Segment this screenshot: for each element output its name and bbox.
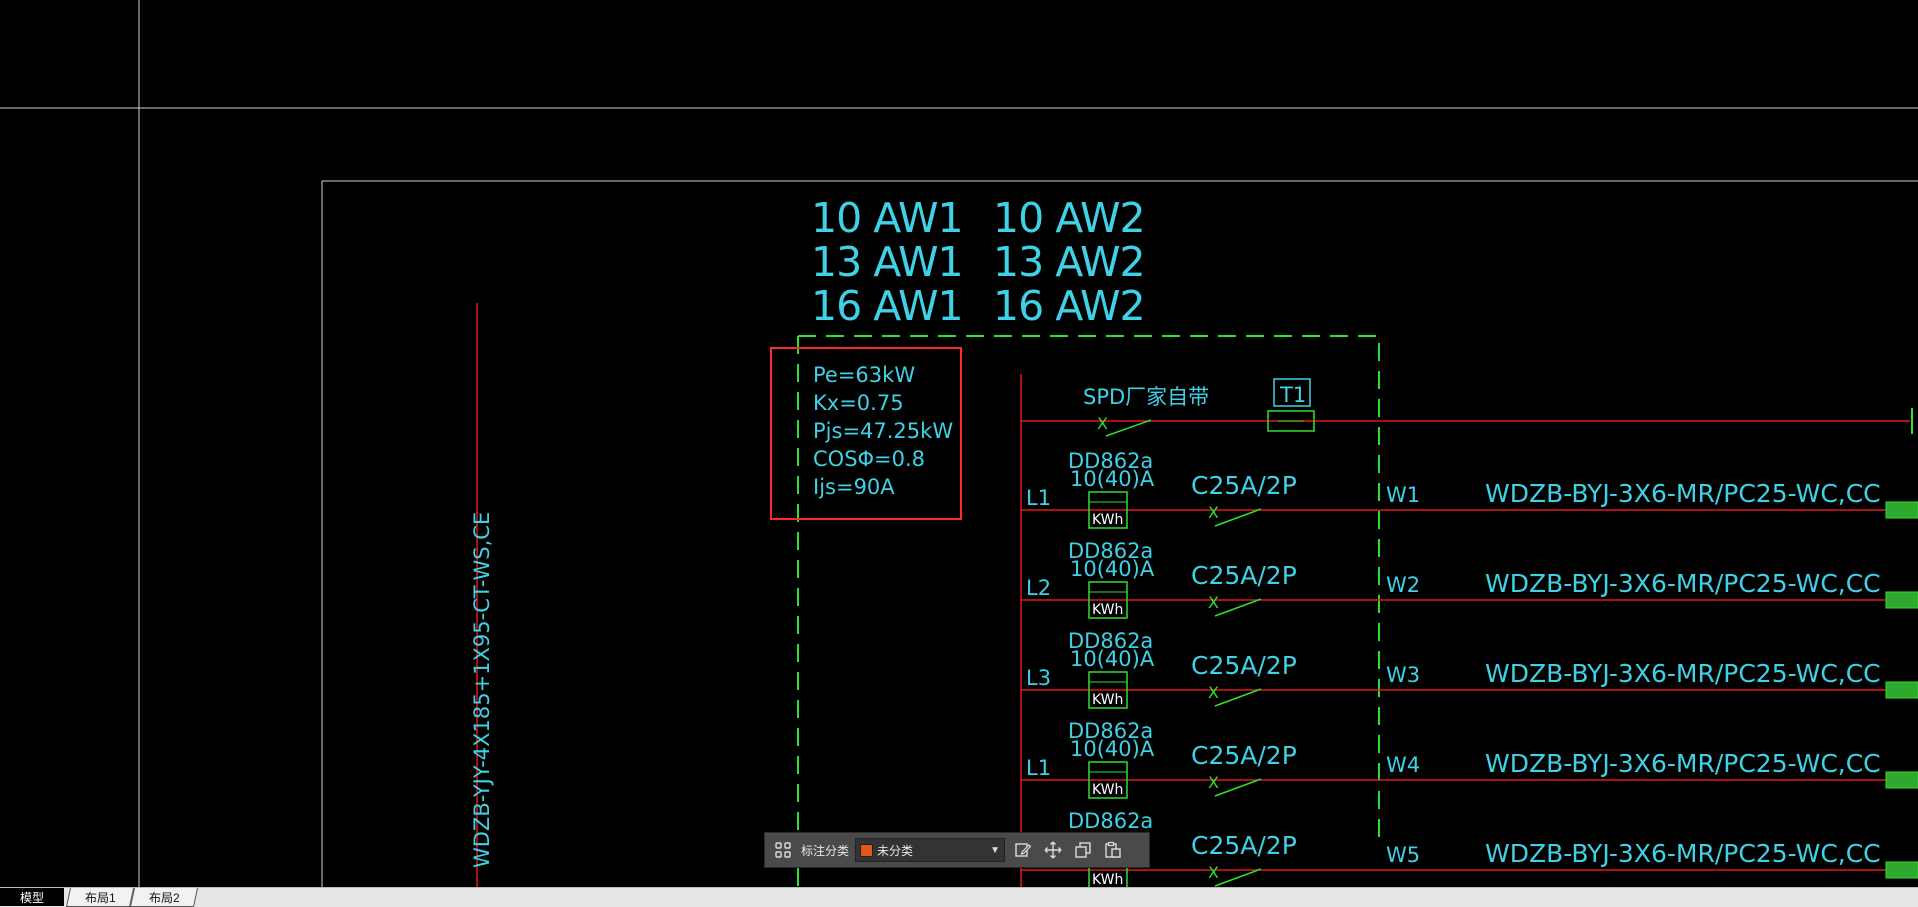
panel-name: 16 AW2 [993, 282, 1145, 330]
category-select[interactable]: 未分类 ▼ [855, 838, 1006, 862]
tab-label: 模型 [19, 890, 44, 905]
panel-name: 13 AW1 [811, 238, 963, 286]
category-label: 标注分类 [801, 843, 850, 858]
breaker-switch-x: X [1208, 593, 1219, 612]
breaker-switch-x: X [1208, 503, 1219, 522]
circuit-cable-spec: WDZB-BYJ-3X6-MR/PC25-WC,CC [1485, 659, 1881, 688]
kwh-label: KWh [1092, 782, 1123, 798]
tab-label: 布局1 [84, 890, 116, 905]
circuit-breaker-rating: C25A/2P [1191, 471, 1297, 500]
breaker-switch-blade [1214, 688, 1262, 707]
breaker-switch-blade [1214, 598, 1262, 617]
load-calc-line: Pjs=47.25kW [813, 419, 953, 443]
kwh-label: KWh [1092, 692, 1123, 708]
grid-icon[interactable] [771, 838, 795, 862]
t1-label: T1 [1279, 383, 1306, 407]
load-calc-line: Pe=63kW [813, 363, 915, 387]
drawing-canvas[interactable]: 10 AW1 13 AW1 16 AW1 10 AW2 13 AW2 16 AW… [0, 0, 1918, 887]
circuit-cable-spec: WDZB-BYJ-3X6-MR/PC25-WC,CC [1485, 569, 1881, 598]
circuit-group: L1 DD862a 10(40)A KWh C25A/2P X W1 WDZB-BYJ-3X6… [1021, 449, 1918, 887]
load-calc-line: COSΦ=0.8 [813, 447, 925, 471]
kwh-label: KWh [1092, 512, 1123, 528]
panel-name: 10 AW2 [993, 194, 1145, 242]
spd-switch-x: X [1097, 414, 1108, 433]
tab-layout1[interactable]: 布局1 [65, 888, 135, 907]
circuit-breaker-rating: C25A/2P [1191, 561, 1297, 590]
circuit-cable-spec: WDZB-BYJ-3X6-MR/PC25-WC,CC [1485, 749, 1881, 778]
panel-name: 16 AW1 [811, 282, 963, 330]
breaker-switch-blade [1214, 868, 1262, 887]
circuit-id: W2 [1386, 573, 1420, 597]
breaker-switch-x: X [1208, 773, 1219, 792]
kwh-label: KWh [1092, 602, 1123, 618]
breaker-switch-blade [1214, 508, 1262, 527]
circuit-phase: L3 [1026, 666, 1051, 690]
circuit-id: W4 [1386, 753, 1420, 777]
tab-model[interactable]: 模型 [0, 888, 64, 906]
category-color-swatch [860, 843, 874, 857]
layout-tab-bar: 模型 布局1 布局2 [0, 887, 1918, 907]
chevron-down-icon: ▼ [990, 844, 1001, 856]
spd-switch-blade [1105, 419, 1152, 437]
breaker-switch-x: X [1208, 863, 1219, 882]
load-calc-line: Kx=0.75 [813, 391, 904, 415]
circuit-phase: L1 [1026, 756, 1051, 780]
terminal-hatch [1885, 681, 1918, 699]
move-icon[interactable] [1041, 838, 1065, 862]
circuit-meter-model: DD862a [1068, 809, 1153, 833]
annotation-toolbar: 标注分类 未分类 ▼ [764, 832, 1150, 868]
panel-name: 10 AW1 [811, 194, 963, 242]
spd-label: SPD厂家自带 [1083, 385, 1209, 409]
load-calc-line: Ijs=90A [813, 475, 895, 499]
copy-icon[interactable] [1071, 838, 1095, 862]
terminal-hatch [1885, 501, 1918, 519]
circuit-meter-rating: 10(40)A [1070, 647, 1155, 671]
circuit-meter-rating: 10(40)A [1070, 467, 1155, 491]
panel-name: 13 AW2 [993, 238, 1145, 286]
circuit-id: W3 [1386, 663, 1420, 687]
terminal-hatch [1885, 861, 1918, 879]
circuit-cable-spec: WDZB-BYJ-3X6-MR/PC25-WC,CC [1485, 839, 1881, 868]
terminal-hatch [1885, 591, 1918, 609]
breaker-switch-blade [1214, 778, 1262, 797]
circuit-breaker-rating: C25A/2P [1191, 651, 1297, 680]
circuit-id: W1 [1386, 483, 1420, 507]
paste-icon[interactable] [1101, 838, 1125, 862]
tab-layout2[interactable]: 布局2 [129, 888, 199, 907]
category-value: 未分类 [877, 843, 914, 858]
circuit-breaker-rating: C25A/2P [1191, 741, 1297, 770]
breaker-switch-x: X [1208, 683, 1219, 702]
circuit-phase: L1 [1026, 486, 1051, 510]
circuit-id: W5 [1386, 843, 1420, 867]
circuit-meter-rating: 10(40)A [1070, 557, 1155, 581]
kwh-label: KWh [1092, 872, 1123, 887]
circuit-breaker-rating: C25A/2P [1191, 831, 1297, 860]
circuit-meter-rating: 10(40)A [1070, 737, 1155, 761]
circuit-phase: L2 [1026, 576, 1051, 600]
tab-label: 布局2 [148, 890, 180, 905]
circuit-cable-spec: WDZB-BYJ-3X6-MR/PC25-WC,CC [1485, 479, 1881, 508]
edit-icon[interactable] [1011, 838, 1035, 862]
incoming-cable-label: WDZB-YJY-4X185+1X95-CT-WS,CE [470, 512, 494, 868]
terminal-hatch [1885, 771, 1918, 789]
